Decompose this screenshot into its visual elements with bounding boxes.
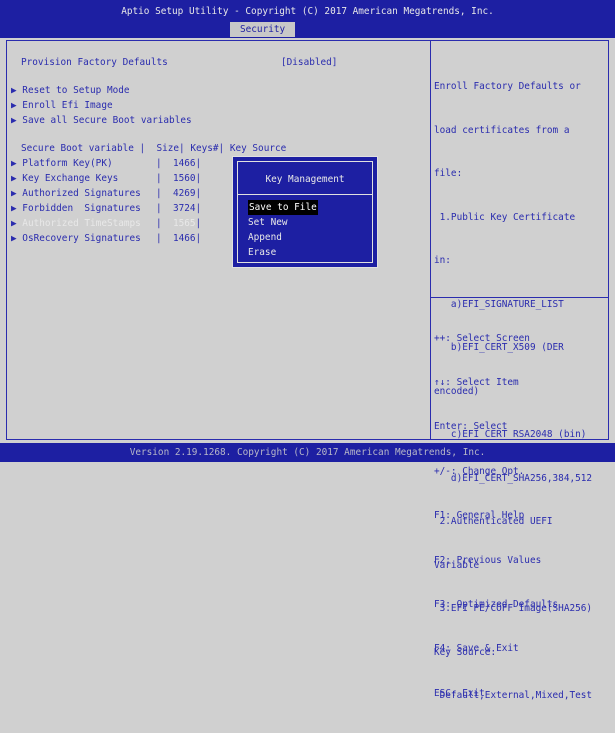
submenu-arrow-icon: ▶ xyxy=(11,158,23,169)
submenu-arrow-icon: ▶ xyxy=(11,100,23,111)
provision-factory-defaults-label[interactable]: Provision Factory Defaults xyxy=(21,55,168,70)
reset-to-setup-mode-item[interactable]: ▶ Reset to Setup Mode xyxy=(11,83,130,98)
panel-divider xyxy=(430,41,431,439)
row-size: | 4269| xyxy=(156,188,202,199)
dialog-separator xyxy=(238,194,372,195)
key-management-dialog: Key Management Save to File Set New Appe… xyxy=(232,156,378,268)
submenu-arrow-icon: ▶ xyxy=(11,218,23,229)
save-secure-boot-variables-item[interactable]: ▶ Save all Secure Boot variables xyxy=(11,113,192,128)
dialog-option-append[interactable]: Append xyxy=(248,230,282,245)
row-size: | 1466| xyxy=(156,158,202,169)
provision-factory-defaults-value[interactable]: [Disabled] xyxy=(281,55,337,70)
tab-security[interactable]: Security xyxy=(230,22,296,37)
submenu-arrow-icon: ▶ xyxy=(11,203,23,214)
table-row[interactable]: ▶ Key Exchange Keys xyxy=(11,171,118,186)
enroll-efi-image-item[interactable]: ▶ Enroll Efi Image xyxy=(11,98,113,113)
save-secure-boot-variables-label: Save all Secure Boot variables xyxy=(22,115,192,126)
app-title: Aptio Setup Utility - Copyright (C) 2017… xyxy=(121,6,494,17)
dialog-title: Key Management xyxy=(265,174,345,185)
table-row[interactable]: ▶ Platform Key(PK) xyxy=(11,156,113,171)
footer-bar: Version 2.19.1268. Copyright (C) 2017 Am… xyxy=(0,443,615,462)
reset-to-setup-mode-label: Reset to Setup Mode xyxy=(22,85,130,96)
table-header: Secure Boot variable | Size| Keys#| Key … xyxy=(21,143,287,154)
table-row[interactable]: ▶ Forbidden Signatures xyxy=(11,201,141,216)
table-row-selected[interactable]: ▶ Authorized TimeStamps xyxy=(11,216,141,231)
submenu-arrow-icon: ▶ xyxy=(11,188,23,199)
table-row[interactable]: ▶ Authorized Signatures xyxy=(11,186,141,201)
row-name: Key Exchange Keys xyxy=(22,173,119,184)
version-footer: Version 2.19.1268. Copyright (C) 2017 Am… xyxy=(129,447,486,458)
submenu-arrow-icon: ▶ xyxy=(11,173,23,184)
row-size: | 1565| xyxy=(156,218,202,229)
submenu-arrow-icon: ▶ xyxy=(11,85,23,96)
dialog-border: Key Management Save to File Set New Appe… xyxy=(237,161,373,263)
dialog-option-erase[interactable]: Erase xyxy=(248,245,276,260)
row-size: | 1560| xyxy=(156,173,202,184)
enroll-efi-image-label: Enroll Efi Image xyxy=(22,100,113,111)
table-row[interactable]: ▶ OsRecovery Signatures xyxy=(11,231,141,246)
row-name: OsRecovery Signatures xyxy=(22,233,141,244)
row-name: Forbidden Signatures xyxy=(22,203,141,214)
row-name: Authorized Signatures xyxy=(22,188,141,199)
submenu-arrow-icon: ▶ xyxy=(11,115,23,126)
key-help: ++: Select Screen ↑↓: Select Item Enter:… xyxy=(434,332,559,699)
dialog-option-save-to-file[interactable]: Save to File xyxy=(248,200,318,215)
row-size: | 1466| xyxy=(156,233,202,244)
title-bar: Aptio Setup Utility - Copyright (C) 2017… xyxy=(0,0,615,38)
row-name: Authorized TimeStamps xyxy=(22,218,141,229)
dialog-option-set-new[interactable]: Set New xyxy=(248,215,288,230)
row-size: | 3724| xyxy=(156,203,202,214)
row-name: Platform Key(PK) xyxy=(22,158,113,169)
submenu-arrow-icon: ▶ xyxy=(11,233,23,244)
